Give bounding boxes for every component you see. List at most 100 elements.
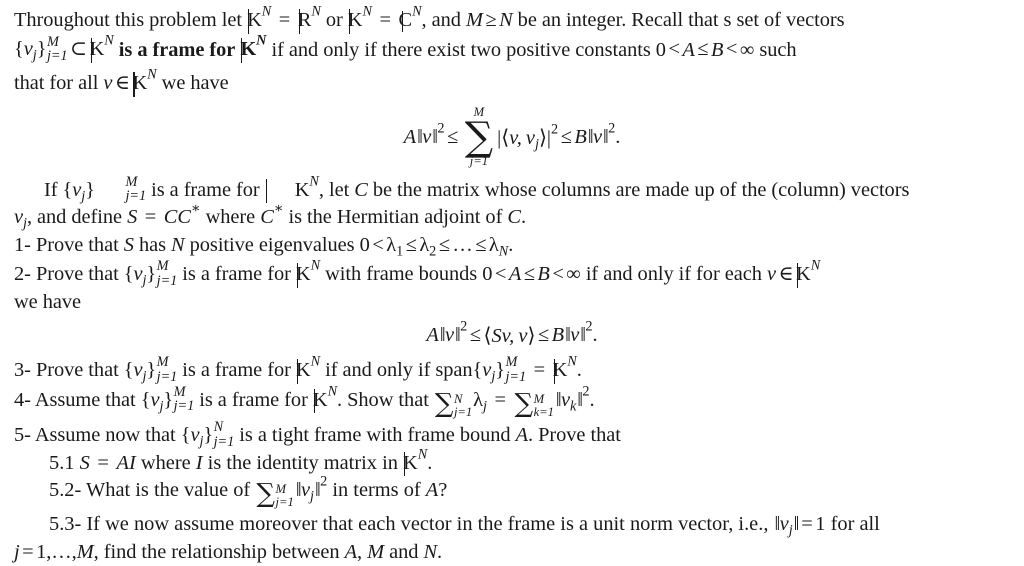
item-5-label: 5- (14, 424, 35, 447)
item-4: 4- Assume that {vj} Mj=1 is a frame for K… (14, 383, 1010, 421)
item-5-2-text-b: in terms of (327, 479, 426, 502)
paragraph-C-definition: If {vj} Mj=1 is a frame for KN, let C be … (14, 174, 1010, 204)
intro-text-7: we have (156, 72, 229, 95)
span-of-set: {vj} Mj=1 (472, 354, 527, 385)
CC-star: CC∗ (163, 200, 201, 229)
para2-text-f: where (200, 206, 261, 229)
item-3-text-c: if and only if span (320, 359, 473, 382)
item-3-label: 3- (14, 359, 36, 382)
index-range: j = 1,…,M (14, 540, 94, 563)
display-equation-1: A‖v‖2 ≤ M ∑ j=1 |⟨v, vj⟩|2 ≤ B‖v‖2. (14, 104, 1010, 169)
eq1-lhs: A‖v‖2 (403, 120, 445, 148)
intro-text-6: that for all (14, 72, 104, 95)
field-symbol-K-6: KN (296, 259, 320, 289)
item-4-period: . (589, 388, 595, 411)
para2-text-g: is the Hermitian adjoint of (283, 206, 508, 229)
operator-S: S (127, 206, 138, 229)
item-5-1-text-b: where (135, 451, 196, 474)
equals-sign-4: = (528, 359, 551, 382)
item-2-text-c: with frame bounds (320, 263, 483, 286)
item-2-continuation: we have (14, 289, 1010, 317)
frame-bound-A: A (515, 424, 529, 447)
field-symbol-K-7: KN (796, 259, 820, 289)
eigenvalue-ordering: 0 < λ1 ≤ λ2 ≤… ≤ λN. (359, 233, 514, 260)
operator-S-2: S (123, 233, 134, 256)
vector-family-set-5: {vj} Mj=1 (140, 383, 195, 415)
dimension-N-2: N (423, 540, 437, 563)
field-symbol-K-10: KN (313, 384, 337, 415)
field-symbol-K-2: KN (348, 5, 372, 35)
item-5-2-text-a: What is the value of (86, 479, 256, 502)
frame-bound-A-2: A (425, 479, 439, 502)
item-5-text-c: . Prove that (528, 424, 621, 447)
para2-text-b: is a frame for (146, 178, 265, 201)
item-1-text-b: has (133, 233, 172, 256)
item-5-1-period: . (427, 451, 433, 474)
intro-paragraph: Throughout this problem let KN = RN or K… (14, 5, 1010, 35)
equals-sign-3: = (139, 206, 162, 229)
intro-text-2: , and (421, 9, 466, 31)
intro-text-3: be an integer. Recall that s set of vect… (512, 9, 845, 31)
equals-sign-2: = (374, 9, 396, 31)
item-5-3-period: . (437, 540, 443, 563)
field-symbol-K-4: KN (132, 68, 157, 98)
summation-operator: M ∑ j=1 (464, 104, 494, 168)
identity-matrix-I: I (195, 451, 203, 474)
item-2-text-b: is a frame for (177, 263, 296, 286)
intro-text-1: Throughout this problem let (14, 9, 248, 31)
item-5-1: 5.1 S = AI where I is the identity matri… (14, 447, 1010, 478)
vector-family-set-3: {vj} Mj=1 (123, 258, 178, 289)
lambda-j: λj (473, 388, 487, 414)
item-4-text-c: . Show that (337, 388, 434, 411)
item-5-3-text-a: If we now assume moreover that each vect… (86, 513, 774, 536)
item-5-1-text-c: is the identity matrix in (202, 451, 404, 474)
intro-text-or: or (320, 9, 348, 31)
M-ge-N: M ≥ N (465, 9, 513, 31)
item-2-label: 2- (14, 263, 36, 286)
sum-norms-2: ∑ Mj=1 (256, 479, 294, 510)
norm-vj-squared: ‖vj‖2 (295, 474, 328, 505)
field-symbol-K-9: KN (553, 355, 577, 385)
norm-vk-squared: ‖vk‖2 (555, 383, 590, 414)
item-5-3: 5.3- If we now assume moreover that each… (14, 511, 1010, 539)
eq1-rhs: B‖v‖2. (574, 120, 621, 148)
item-5-3-comma: , (357, 540, 368, 563)
intro-text-4: if and only if there exist two positive … (271, 38, 656, 61)
field-symbol-K-8: KN (296, 355, 320, 385)
item-4-label: 4- (14, 388, 35, 411)
frame-bound-A-3: A (344, 540, 357, 563)
C-star: C∗ (260, 200, 284, 229)
item-5: 5- Assume now that {vj} Nj=1 is a tight f… (14, 420, 1010, 449)
item-3: 3- Prove that {vj} Mj=1 is a frame for KN… (14, 355, 1010, 384)
eq2-inner-product: ⟨Sv, v⟩ (483, 325, 536, 348)
subset-symbol: ⊂ (70, 38, 88, 61)
field-symbol-C: CN (399, 5, 422, 35)
item-2-text-a: Prove that (35, 263, 124, 286)
item-5-text-a: Assume now that (34, 424, 181, 447)
equals-sign-6: = (92, 451, 114, 474)
frame-definition-bold: is a frame for (118, 38, 236, 61)
A-times-I: AI (116, 451, 136, 474)
para2-text-a: If (44, 178, 63, 201)
v-in-K-2: v ∈ (766, 263, 794, 286)
para2-period: . (520, 206, 526, 229)
eq1-inner-product: |⟨v, vj⟩|2 (497, 121, 559, 153)
unit-norm-condition: ‖vj‖ = 1 (774, 513, 826, 539)
item-2-text-d: if and only if for each (580, 263, 767, 286)
sum-norms: ∑ Mk=1 (514, 388, 554, 419)
document-page: Throughout this problem let KN = RN or K… (0, 0, 1024, 563)
item-1-text-a: Prove that (35, 233, 124, 256)
paragraph-S-definition: vj, and define S = CC∗ where C∗ is the H… (14, 200, 1010, 232)
item-4-text-a: Assume that (34, 388, 141, 411)
sum-eigenvalues: ∑ Nj=1 (434, 388, 473, 419)
item-1-label: 1- (14, 233, 36, 256)
item-5-2: 5.2- What is the value of ∑ Mj=1 ‖vj‖2 in … (14, 474, 1010, 511)
frame-bounds-inequality-2: 0 < A ≤ B < ∞ (482, 263, 581, 286)
item-5-1-label: 5.1 (49, 451, 80, 474)
item-5-3-and: and (384, 540, 424, 563)
item-1-text-c: positive eigenvalues (184, 233, 360, 256)
item-5-3-continuation: j = 1,…,M, find the relationship between A… (14, 539, 1010, 566)
vector-vj: vj (14, 206, 27, 232)
vector-family-set-N: {vj} Nj=1 (180, 419, 235, 450)
dimension-N: N (171, 233, 185, 256)
